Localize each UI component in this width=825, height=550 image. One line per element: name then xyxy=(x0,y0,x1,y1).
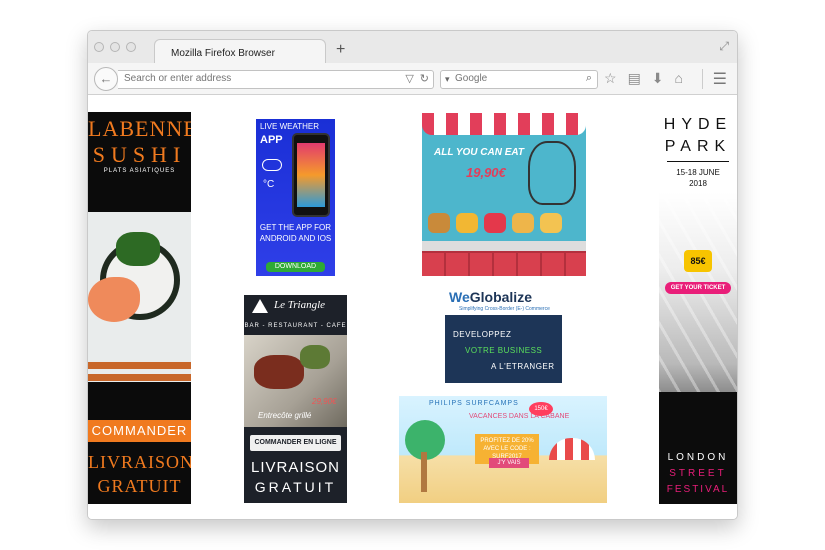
hyde-footer-1: LONDON xyxy=(667,452,729,463)
weglobalize-logo: WeGlobalize xyxy=(449,289,532,305)
weglobalize-line-3: A L'ETRANGER xyxy=(491,362,555,371)
sushi-title-1: LABENNE xyxy=(88,116,191,141)
page-content: LABENNE SUSHI PLATS ASIATIQUES COMMANDER… xyxy=(88,96,737,519)
triangle-name: Le Triangle xyxy=(274,299,326,311)
ad-le-triangle[interactable]: Le Triangle BAR - RESTAURANT - CAFE 29,9… xyxy=(244,295,347,503)
burger-price: 19,90€ xyxy=(466,165,506,180)
hyde-date-days: 15-18 JUNE xyxy=(676,168,720,177)
reload-icon[interactable]: ↻ xyxy=(420,72,429,85)
triangle-footer-2: GRATUIT xyxy=(254,479,337,495)
surf-go-button[interactable]: J'Y VAIS xyxy=(489,458,529,468)
weather-degree: °C xyxy=(263,179,275,190)
cloud-icon xyxy=(262,159,282,171)
hyde-date-year: 2018 xyxy=(689,179,707,188)
triangle-footer-1: LIVRAISON xyxy=(250,459,341,476)
drink-icon xyxy=(484,213,506,233)
weather-body: GET THE APP FOR ANDROID AND IOS xyxy=(259,223,332,243)
reading-list-icon[interactable]: ▤ xyxy=(628,70,641,87)
triangle-caption: Entrecôte grillé xyxy=(258,411,312,420)
search-input[interactable] xyxy=(455,73,565,84)
address-bar[interactable]: ▽ ↻ xyxy=(118,70,434,89)
ad-hyde-park[interactable]: HYDE PARK 15-18 JUNE 2018 85€ GET YOUR T… xyxy=(659,112,737,504)
triangle-subtitle: BAR - RESTAURANT - CAFE xyxy=(244,323,347,329)
browser-tab[interactable]: Mozilla Firefox Browser xyxy=(154,39,326,65)
surf-brand: PHILIPS SURFCAMPS xyxy=(429,400,519,407)
tab-title: Mozilla Firefox Browser xyxy=(171,48,275,59)
minimize-window-button[interactable] xyxy=(110,42,120,52)
brick-wall-graphic xyxy=(422,251,586,276)
close-window-button[interactable] xyxy=(94,42,104,52)
weather-download-button[interactable]: DOWNLOAD xyxy=(266,262,325,272)
navigation-toolbar: ← ▽ ↻ ▾ ⌕ ☆ ▤ ⬇ ⌂ ☰ xyxy=(88,63,737,95)
fries-icon xyxy=(456,213,478,233)
get-ticket-button[interactable]: GET YOUR TICKET xyxy=(665,282,731,294)
food-icons xyxy=(428,213,562,233)
surf-price-badge: 150€ xyxy=(529,402,553,416)
sushi-title-2: SUSHI xyxy=(92,142,187,167)
triangle-logo-icon xyxy=(252,299,268,313)
weglobalize-tagline: Simplifying Cross-Border (E-) Commerce xyxy=(459,306,550,312)
resize-icon[interactable]: ⤢ xyxy=(719,39,729,54)
maximize-window-button[interactable] xyxy=(126,42,136,52)
ad-weather-app[interactable]: LIVE WEATHER APP °C GET THE APP FOR ANDR… xyxy=(256,119,335,276)
search-bar[interactable]: ▾ ⌕ xyxy=(440,70,598,89)
ad-weglobalize[interactable]: WeGlobalize Simplifying Cross-Border (E-… xyxy=(445,286,562,383)
weglobalize-line-1: DEVELOPPEZ xyxy=(453,330,512,339)
sushi-footer-1: LIVRAISON xyxy=(88,452,191,472)
awning-graphic xyxy=(422,113,586,135)
ad-all-you-can-eat[interactable]: ALL YOU CAN EAT 19,90€ xyxy=(422,113,586,276)
dropdown-icon[interactable]: ▽ xyxy=(405,72,413,85)
hyde-date: 15-18 JUNE 2018 xyxy=(659,167,737,189)
ad-sushi[interactable]: LABENNE SUSHI PLATS ASIATIQUES COMMANDER… xyxy=(88,112,191,504)
download-icon[interactable]: ⬇ xyxy=(652,70,664,87)
burger-icon xyxy=(428,213,450,233)
weglobalize-line-2: VOTRE BUSINESS xyxy=(465,346,543,355)
browser-window: Mozilla Firefox Browser + ⤢ ← ▽ ↻ ▾ ⌕ ☆ … xyxy=(87,30,738,520)
new-tab-button[interactable]: + xyxy=(336,41,345,59)
weather-app-label: APP xyxy=(260,134,283,146)
home-icon[interactable]: ⌂ xyxy=(675,70,683,87)
search-engine-icon[interactable]: ▾ xyxy=(445,74,450,85)
hyde-footer-2: STREET xyxy=(669,468,727,479)
toolbar-icons: ☆ ▤ ⬇ ⌂ xyxy=(604,70,683,87)
taco-icon xyxy=(512,213,534,233)
order-online-button[interactable]: COMMANDER EN LIGNE xyxy=(250,435,341,451)
hyde-footer-3: FESTIVAL xyxy=(666,484,730,495)
hyde-price-badge: 85€ xyxy=(684,250,712,272)
triangle-price: 29,90€ xyxy=(312,397,337,406)
sushi-photo xyxy=(88,212,191,382)
sushi-footer-2: GRATUIT xyxy=(97,476,182,496)
menu-icon[interactable]: ☰ xyxy=(701,69,727,89)
hyde-title-1: HYDE xyxy=(663,116,733,133)
steak-photo: 29,90€ Entrecôte grillé xyxy=(244,335,347,427)
sushi-subtitle: PLATS ASIATIQUES xyxy=(103,168,176,174)
pizza-icon xyxy=(540,213,562,233)
hyde-title-2: PARK xyxy=(664,138,732,155)
back-button[interactable]: ← xyxy=(94,67,118,91)
burger-headline: ALL YOU CAN EAT xyxy=(434,147,525,158)
chef-icon xyxy=(528,141,576,205)
surf-vacation: VACANCES DANS LA CABANE xyxy=(469,413,570,420)
phone-image xyxy=(292,133,330,217)
search-icon[interactable]: ⌕ xyxy=(586,72,592,85)
sushi-order-button[interactable]: COMMANDER xyxy=(88,420,191,442)
title-bar: Mozilla Firefox Browser + ⤢ xyxy=(88,31,737,65)
beach-umbrella-icon xyxy=(549,438,595,460)
weather-header: LIVE WEATHER xyxy=(260,122,319,131)
bookmark-star-icon[interactable]: ☆ xyxy=(604,70,617,87)
window-controls xyxy=(94,42,136,52)
address-input[interactable] xyxy=(124,73,394,84)
ad-surfcamps[interactable]: PHILIPS SURFCAMPS VACANCES DANS LA CABAN… xyxy=(399,396,607,503)
